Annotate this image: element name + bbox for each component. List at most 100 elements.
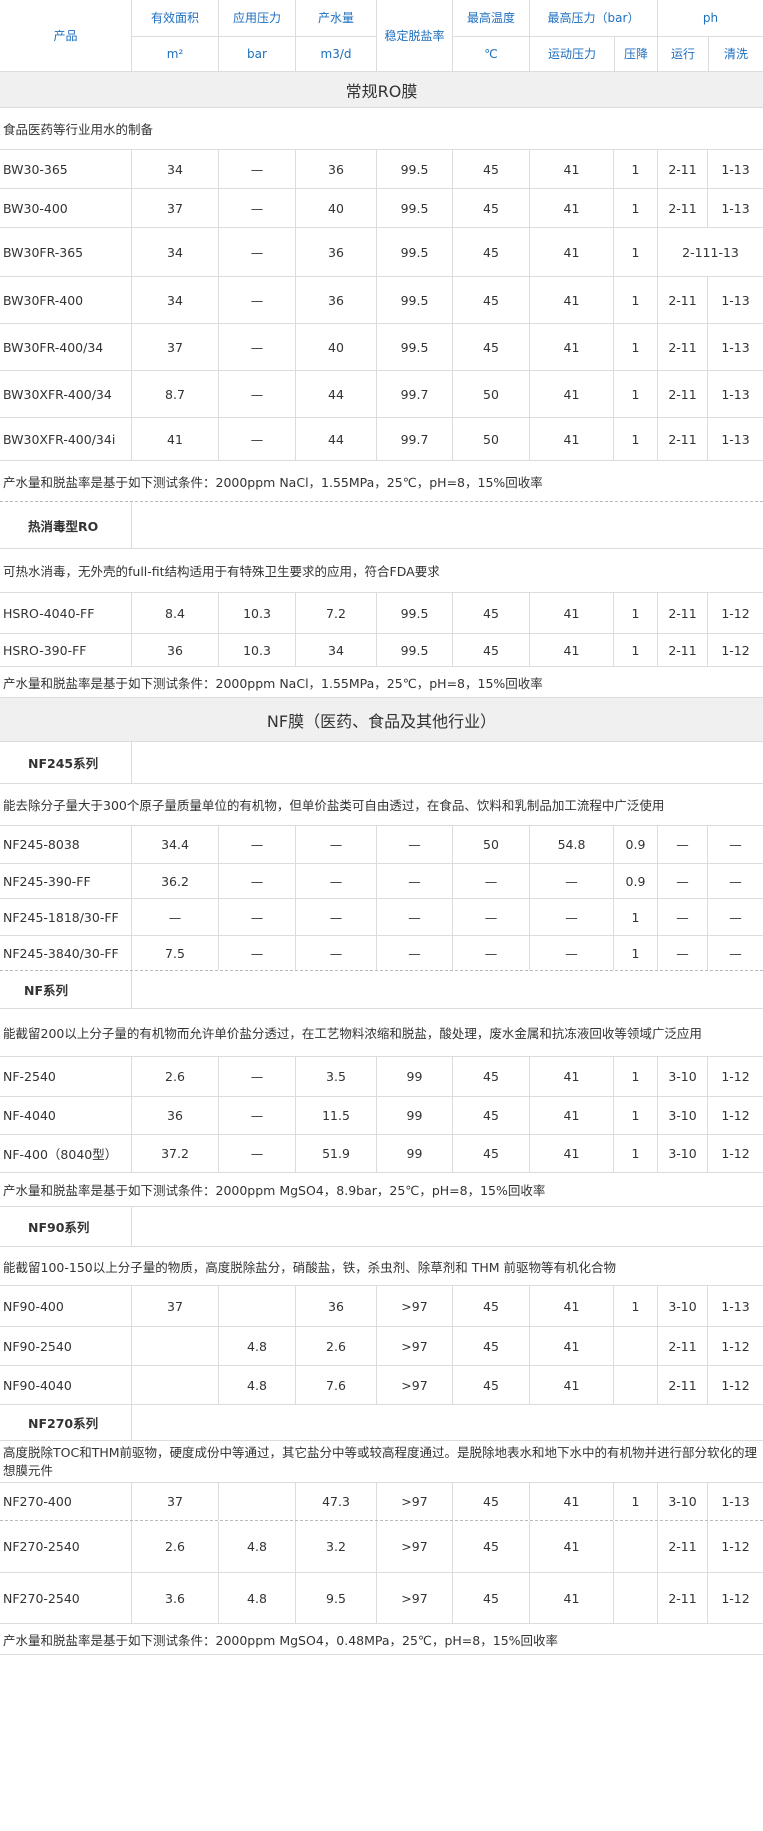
note-row: 产水量和脱盐率是基于如下测试条件：2000ppm NaCl，1.55MPa，25…	[0, 461, 763, 502]
cell-product: BW30FR-400	[0, 277, 132, 323]
note-text: 产水量和脱盐率是基于如下测试条件：2000ppm MgSO4，8.9bar，25…	[3, 1183, 546, 1198]
header-rejection: 稳定脱盐率	[377, 0, 453, 71]
cell-max-pressure: 41	[530, 634, 614, 666]
cell-flow: 40	[296, 324, 377, 370]
header-ph-clean: 清洗	[723, 47, 748, 62]
cell-pressure: —	[219, 189, 296, 227]
cell-flow: 36	[296, 150, 377, 188]
header-ph-col: ph 运行 清洗	[658, 0, 763, 71]
cell-pressure-drop	[614, 1327, 658, 1365]
cell-pressure	[219, 1483, 296, 1520]
cell-ph-clean: —	[729, 873, 742, 889]
cell-product: NF245-3840/30-FF	[0, 936, 132, 970]
cell-max-pressure: 41	[530, 1573, 614, 1623]
cell-max-pressure: 41	[530, 1483, 614, 1520]
cell-ph-clean: 1-12	[721, 1338, 750, 1354]
cell-pressure-drop: 1	[614, 1057, 658, 1096]
cell-pressure-drop: 1	[614, 189, 658, 227]
subsection-title: 热消毒型RO	[0, 502, 132, 548]
cell-area: 7.5	[132, 936, 219, 970]
cell-area: 37	[132, 189, 219, 227]
cell-ph-operate: 2-11	[658, 418, 708, 460]
cell-product: NF-400（8040型）	[0, 1135, 132, 1172]
cell-temp: 45	[453, 1097, 530, 1134]
section-title: 常规RO膜	[0, 72, 763, 108]
cell-ph-clean: 1-13	[721, 292, 750, 308]
cell-product: NF-2540	[0, 1057, 132, 1096]
subsection-blank	[132, 502, 763, 548]
cell-flow: —	[296, 899, 377, 935]
cell-product: NF245-8038	[0, 826, 132, 863]
cell-product: NF270-400	[0, 1483, 132, 1520]
header-flow-col: 产水量 m3/d	[296, 0, 377, 71]
cell-pressure-drop	[614, 1366, 658, 1404]
cell-rejection: 99	[377, 1097, 453, 1134]
cell-ph-clean: 1-12	[721, 1590, 750, 1606]
cell-area: 36	[132, 1097, 219, 1134]
header-pressure: 应用压力	[219, 0, 295, 37]
cell-temp: 50	[453, 371, 530, 417]
cell-ph-operate: —	[658, 936, 708, 970]
header-pressure-unit: bar	[247, 46, 267, 61]
cell-rejection: 99	[377, 1057, 453, 1096]
cell-pressure-drop: 1	[614, 899, 658, 935]
cell-pressure	[219, 1286, 296, 1326]
note-row: 能截留200以上分子量的有机物而允许单价盐分透过，在工艺物料浓缩和脱盐，酸处理，…	[0, 1009, 763, 1057]
cell-pressure: —	[219, 228, 296, 276]
cell-ph-operate: 3-10	[658, 1286, 708, 1326]
note-row: 食品医药等行业用水的制备	[0, 108, 763, 150]
cell-ph-clean: 1-13	[721, 200, 750, 216]
header-flow-unit: m3/d	[320, 46, 352, 61]
subsection-blank	[132, 1405, 763, 1440]
cell-rejection: 99.5	[377, 634, 453, 666]
cell-max-pressure: 54.8	[530, 826, 614, 863]
cell-ph-operate: 2-11	[658, 1521, 708, 1572]
cell-temp: 45	[453, 277, 530, 323]
cell-pressure-drop: 0.9	[614, 864, 658, 898]
cell-pressure-drop: 1	[614, 1097, 658, 1134]
cell-product: BW30FR-400/34	[0, 324, 132, 370]
note-text: 可热水消毒，无外壳的full-fit结构适用于有特殊卫生要求的应用，符合FDA要…	[3, 564, 440, 579]
cell-pressure-drop: 1	[614, 593, 658, 633]
header-flow: 产水量	[296, 0, 376, 37]
subsection-row: NF系列	[0, 971, 763, 1009]
cell-flow: 9.5	[296, 1573, 377, 1623]
cell-temp: 50	[453, 826, 530, 863]
cell-area: 2.6	[132, 1521, 219, 1572]
table-row: BW30FR-400/34 37—40 99.5 45 41 1 2-11 1-13	[0, 324, 763, 371]
subsection-blank	[132, 742, 763, 783]
cell-rejection: —	[377, 936, 453, 970]
cell-max-pressure: —	[530, 864, 614, 898]
cell-area: 8.4	[132, 593, 219, 633]
table-row: NF-2540 2.6—3.5 99 45 41 1 3-10 1-12	[0, 1057, 763, 1097]
header-temp-col: 最高温度 ℃	[453, 0, 530, 71]
cell-rejection: >97	[377, 1286, 453, 1326]
cell-product: HSRO-390-FF	[0, 634, 132, 666]
cell-ph-operate: 3-10	[658, 1135, 708, 1172]
cell-temp: 45	[453, 228, 530, 276]
cell-ph-clean: —	[729, 945, 742, 961]
cell-pressure: —	[219, 1057, 296, 1096]
cell-max-pressure: 41	[530, 150, 614, 188]
subsection-blank	[132, 971, 763, 1008]
cell-area: 34.4	[132, 826, 219, 863]
cell-ph-clean: 1-12	[721, 1146, 750, 1161]
cell-pressure-drop: 1	[614, 150, 658, 188]
header-product: 产品	[0, 0, 132, 71]
cell-rejection: 99.5	[377, 593, 453, 633]
cell-max-pressure: 41	[530, 371, 614, 417]
cell-product: NF245-390-FF	[0, 864, 132, 898]
subsection-title: NF90系列	[0, 1207, 132, 1246]
table-header: 产品 有效面积 m² 应用压力 bar 产水量 m3/d 稳定脱盐率 最高温度 …	[0, 0, 763, 72]
cell-ph-clean: 1-13	[721, 386, 750, 402]
cell-rejection: >97	[377, 1521, 453, 1572]
cell-pressure-drop: 0.9	[614, 826, 658, 863]
cell-temp: 45	[453, 1521, 530, 1572]
cell-pressure: 4.8	[219, 1573, 296, 1623]
subsection-row: NF90系列	[0, 1207, 763, 1247]
cell-pressure: 4.8	[219, 1366, 296, 1404]
table-row: HSRO-390-FF 36 10.3 34 99.5 45 41 1 2-11 1-12	[0, 634, 763, 667]
cell-product: BW30-400	[0, 189, 132, 227]
cell-flow: 36	[296, 277, 377, 323]
cell-product: BW30XFR-400/34	[0, 371, 132, 417]
